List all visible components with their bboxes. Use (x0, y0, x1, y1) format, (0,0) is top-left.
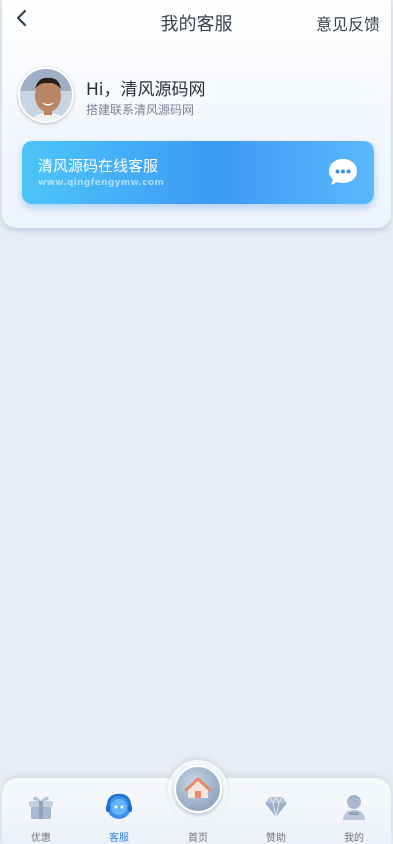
tab-sponsor-label: 赞助 (266, 833, 286, 844)
greeting-text: Hi，清风源码网 (86, 80, 206, 100)
service-url: www.qingfengymw.com (38, 178, 165, 188)
home-icon (184, 777, 212, 798)
service-title: 清风源码在线客服 (38, 157, 159, 175)
avatar[interactable] (18, 67, 74, 123)
customer-service-icon (106, 793, 132, 819)
top-nav-bar: 我的客服 意见反馈 (0, 0, 393, 44)
feedback-button[interactable]: 意见反馈 (316, 11, 380, 35)
diamond-icon (265, 795, 287, 818)
tab-customer-service[interactable]: 客服 (89, 792, 149, 844)
tab-discounts-label: 优惠 (31, 833, 51, 844)
tab-sponsor[interactable]: 赞助 (246, 792, 306, 844)
greeting-subtitle: 搭建联系清风源码网 (86, 103, 195, 117)
gift-icon (29, 796, 53, 819)
customer-service-page: 我的客服 意见反馈 Hi，清风源码网 搭建联系清风源码网 清风源码在线客服 ww… (0, 0, 393, 844)
online-service-button[interactable]: 清风源码在线客服 www.qingfengymw.com (22, 141, 374, 204)
tab-mine[interactable]: 我的 (324, 792, 384, 844)
user-icon (343, 795, 365, 820)
tab-customer-service-label: 客服 (109, 833, 129, 844)
tab-home[interactable] (174, 765, 222, 813)
tab-home-label: 首页 (188, 833, 208, 844)
tab-mine-label: 我的 (344, 833, 364, 844)
tab-discounts[interactable]: 优惠 (11, 792, 71, 844)
chat-bubble-icon (329, 159, 357, 185)
